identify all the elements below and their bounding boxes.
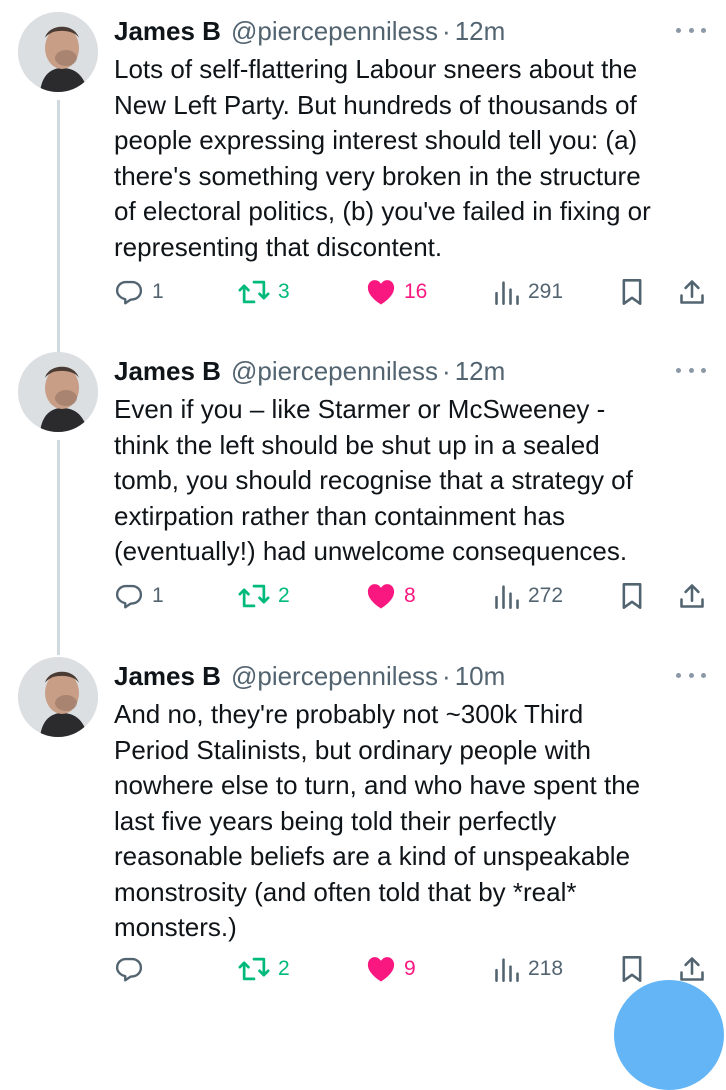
separator-dot: · <box>442 15 451 46</box>
retweet-button[interactable]: 2 <box>238 576 290 616</box>
bookmark-button[interactable] <box>620 949 644 989</box>
more-icon[interactable] <box>676 360 706 380</box>
avatar[interactable] <box>18 657 98 737</box>
action-bar: 2 9 218 <box>114 949 714 989</box>
views-icon <box>495 958 519 982</box>
heart-icon <box>367 584 395 609</box>
tweet-text: Lots of self-flattering Labour sneers ab… <box>114 54 651 262</box>
like-button[interactable]: 9 <box>366 949 416 989</box>
tweet-header: James B @piercepenniless · 12m <box>114 14 505 48</box>
bookmark-icon <box>622 956 642 982</box>
display-name[interactable]: James B <box>114 661 221 692</box>
heart-icon <box>367 280 395 305</box>
separator-dot: · <box>442 355 451 386</box>
tweet[interactable]: James B @piercepenniless · 12m Lots of s… <box>0 0 726 340</box>
user-handle[interactable]: @piercepenniless <box>231 356 438 387</box>
tweet-text: And no, they're probably not ~300k Third… <box>114 699 641 942</box>
bookmark-button[interactable] <box>620 272 644 312</box>
bookmark-button[interactable] <box>620 576 644 616</box>
share-icon <box>680 957 704 981</box>
views-button[interactable]: 218 <box>494 949 563 989</box>
like-button[interactable]: 16 <box>366 272 427 312</box>
share-icon <box>680 584 704 608</box>
retweet-count: 2 <box>278 584 290 607</box>
share-button[interactable] <box>678 576 706 616</box>
user-handle[interactable]: @piercepenniless <box>231 661 438 692</box>
share-icon <box>680 280 704 304</box>
tweet[interactable]: James B @piercepenniless · 10m And no, t… <box>0 645 726 1000</box>
reply-button[interactable]: 1 <box>114 272 164 312</box>
like-count: 16 <box>404 280 428 303</box>
timestamp[interactable]: 12m <box>455 356 506 387</box>
retweet-count: 2 <box>278 957 290 980</box>
display-name[interactable]: James B <box>114 16 221 47</box>
retweet-icon <box>238 584 270 608</box>
like-count: 8 <box>404 584 416 607</box>
more-icon[interactable] <box>676 20 706 40</box>
like-count: 9 <box>404 957 416 980</box>
views-count: 218 <box>528 957 564 980</box>
bookmark-icon <box>622 583 642 609</box>
like-button[interactable]: 8 <box>366 576 416 616</box>
reply-icon <box>115 957 143 982</box>
compose-button[interactable] <box>614 980 724 1090</box>
reply-count: 1 <box>152 280 164 303</box>
display-name[interactable]: James B <box>114 356 221 387</box>
retweet-button[interactable]: 2 <box>238 949 290 989</box>
bookmark-icon <box>622 279 642 305</box>
reply-icon <box>115 584 143 609</box>
views-button[interactable]: 291 <box>494 272 563 312</box>
views-icon <box>495 281 519 305</box>
views-icon <box>495 585 519 609</box>
views-count: 272 <box>528 584 564 607</box>
heart-icon <box>367 957 395 982</box>
tweet-text: Even if you – like Starmer or McSweeney … <box>114 394 633 566</box>
retweet-count: 3 <box>278 280 290 303</box>
share-button[interactable] <box>678 272 706 312</box>
action-bar: 1 3 16 291 <box>114 272 714 312</box>
avatar[interactable] <box>18 12 98 92</box>
avatar[interactable] <box>18 352 98 432</box>
retweet-icon <box>238 957 270 981</box>
retweet-icon <box>238 280 270 304</box>
user-handle[interactable]: @piercepenniless <box>231 16 438 47</box>
tweet-header: James B @piercepenniless · 10m <box>114 659 505 693</box>
separator-dot: · <box>442 660 451 691</box>
timestamp[interactable]: 10m <box>455 661 506 692</box>
action-bar: 1 2 8 272 <box>114 576 714 616</box>
reply-button[interactable] <box>114 949 152 989</box>
timestamp[interactable]: 12m <box>455 16 506 47</box>
tweet-header: James B @piercepenniless · 12m <box>114 354 505 388</box>
more-icon[interactable] <box>676 665 706 685</box>
tweet[interactable]: James B @piercepenniless · 12m Even if y… <box>0 340 726 645</box>
views-button[interactable]: 272 <box>494 576 563 616</box>
reply-icon <box>115 280 143 305</box>
views-count: 291 <box>528 280 564 303</box>
reply-button[interactable]: 1 <box>114 576 164 616</box>
retweet-button[interactable]: 3 <box>238 272 290 312</box>
reply-count: 1 <box>152 584 164 607</box>
